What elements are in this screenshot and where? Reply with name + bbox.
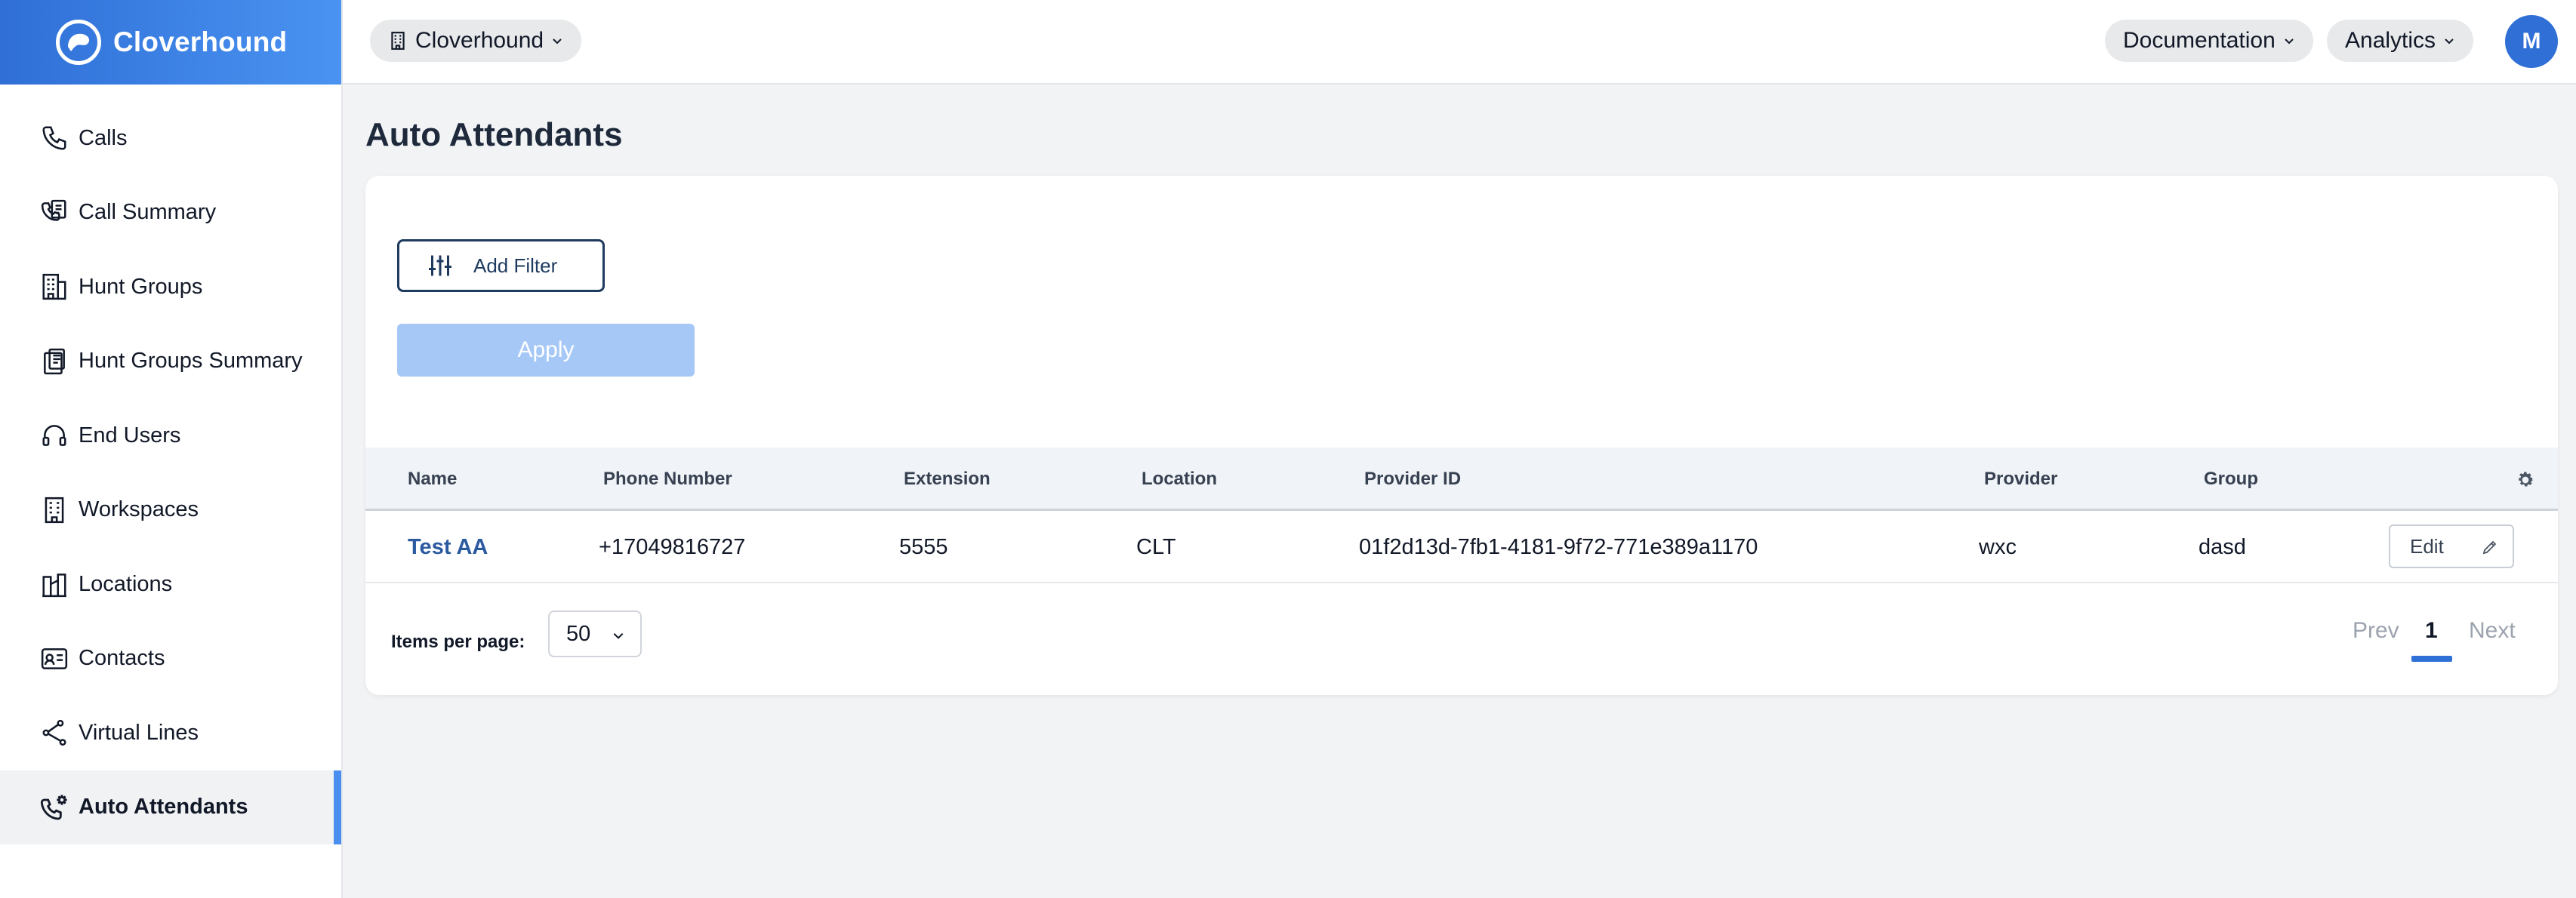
chevron-down-icon bbox=[613, 633, 624, 639]
apply-button[interactable]: Apply bbox=[397, 324, 695, 377]
avatar[interactable]: M bbox=[2505, 15, 2558, 68]
page-title: Auto Attendants bbox=[365, 116, 623, 153]
org-selector[interactable]: Cloverhound bbox=[370, 20, 582, 62]
sidebar-item-label: Auto Attendants bbox=[79, 795, 248, 820]
row-extension: 5555 bbox=[899, 535, 948, 559]
cloverhound-logo-icon bbox=[56, 20, 101, 65]
chevron-down-icon bbox=[2445, 38, 2454, 45]
column-header-location[interactable]: Location bbox=[1142, 447, 1217, 511]
column-header-name[interactable]: Name bbox=[408, 447, 457, 511]
building-icon bbox=[38, 270, 71, 303]
brand-name: Cloverhound bbox=[113, 26, 288, 57]
office-building-icon bbox=[38, 494, 71, 527]
sidebar-item-label: Contacts bbox=[79, 646, 165, 671]
current-page-indicator bbox=[2411, 656, 2452, 662]
chevron-down-icon bbox=[553, 38, 562, 45]
items-per-page-value: 50 bbox=[566, 621, 591, 646]
add-filter-label: Add Filter bbox=[473, 254, 558, 277]
org-building-icon bbox=[388, 31, 408, 51]
row-location: CLT bbox=[1136, 535, 1176, 559]
sidebar-item-call-summary[interactable]: Call Summary bbox=[0, 176, 341, 251]
phone-gear-icon bbox=[38, 791, 71, 824]
row-provider-id: 01f2d13d-7fb1-4181-9f72-771e389a1170 bbox=[1359, 535, 1758, 559]
sidebar-item-label: End Users bbox=[79, 423, 181, 447]
column-header-extension[interactable]: Extension bbox=[904, 447, 991, 511]
sidebar-item-label: Locations bbox=[79, 571, 173, 596]
analytics-label: Analytics bbox=[2345, 28, 2436, 53]
pencil-icon bbox=[2482, 540, 2497, 555]
add-filter-button[interactable]: Add Filter bbox=[397, 239, 605, 292]
documentation-menu[interactable]: Documentation bbox=[2105, 20, 2313, 62]
sidebar-item-label: Calls bbox=[79, 125, 128, 150]
next-page-button[interactable]: Next bbox=[2469, 618, 2516, 644]
org-selector-label: Cloverhound bbox=[415, 28, 544, 53]
brand-header[interactable]: Cloverhound bbox=[0, 0, 341, 85]
phone-icon bbox=[38, 121, 71, 155]
clipboard-icon bbox=[38, 345, 71, 378]
edit-button[interactable]: Edit bbox=[2389, 524, 2514, 568]
column-header-provider-id[interactable]: Provider ID bbox=[1364, 447, 1461, 511]
edit-label: Edit bbox=[2410, 534, 2444, 558]
content-card: Add Filter Apply Name Phone Number Exten… bbox=[365, 176, 2558, 695]
items-per-page-label: Items per page: bbox=[391, 632, 525, 652]
sidebar-item-label: Virtual Lines bbox=[79, 720, 199, 745]
call-summary-icon bbox=[38, 196, 71, 229]
current-page[interactable]: 1 bbox=[2425, 618, 2438, 644]
sidebar-item-contacts[interactable]: Contacts bbox=[0, 622, 341, 697]
sidebar-item-hunt-groups-summary[interactable]: Hunt Groups Summary bbox=[0, 324, 341, 399]
city-icon bbox=[38, 567, 71, 601]
sidebar-item-calls[interactable]: Calls bbox=[0, 101, 341, 176]
sidebar-item-workspaces[interactable]: Workspaces bbox=[0, 473, 341, 548]
gear-icon[interactable] bbox=[2516, 470, 2535, 490]
table-row: Test AA +17049816727 5555 CLT 01f2d13d-7… bbox=[365, 511, 2558, 583]
column-header-provider[interactable]: Provider bbox=[1984, 447, 2057, 511]
row-group: dasd bbox=[2199, 535, 2246, 559]
prev-page-button[interactable]: Prev bbox=[2353, 618, 2399, 644]
documentation-label: Documentation bbox=[2123, 28, 2276, 53]
sidebar-item-end-users[interactable]: End Users bbox=[0, 398, 341, 473]
row-name-link[interactable]: Test AA bbox=[408, 511, 488, 583]
sidebar-item-virtual-lines[interactable]: Virtual Lines bbox=[0, 696, 341, 770]
sliders-icon bbox=[429, 255, 451, 276]
sidebar-item-label: Hunt Groups Summary bbox=[79, 349, 303, 374]
sidebar: Cloverhound Calls Call Summary Hunt Grou… bbox=[0, 0, 343, 898]
top-bar: Cloverhound Documentation Analytics M bbox=[343, 0, 2576, 85]
sidebar-item-label: Hunt Groups bbox=[79, 274, 203, 299]
column-header-phone-number[interactable]: Phone Number bbox=[603, 447, 732, 511]
items-per-page-select[interactable]: 50 bbox=[548, 610, 642, 657]
row-provider: wxc bbox=[1979, 535, 2017, 559]
sidebar-item-locations[interactable]: Locations bbox=[0, 547, 341, 622]
sidebar-nav: Calls Call Summary Hunt Groups Hunt Grou… bbox=[0, 85, 341, 844]
contact-card-icon bbox=[38, 642, 71, 675]
analytics-menu[interactable]: Analytics bbox=[2327, 20, 2474, 62]
sidebar-item-label: Workspaces bbox=[79, 497, 199, 522]
table-header: Name Phone Number Extension Location Pro… bbox=[365, 447, 2558, 511]
row-phone-number: +17049816727 bbox=[599, 535, 746, 559]
column-header-group[interactable]: Group bbox=[2204, 447, 2258, 511]
headset-icon bbox=[38, 419, 71, 452]
sidebar-item-label: Call Summary bbox=[79, 200, 217, 225]
sidebar-item-auto-attendants[interactable]: Auto Attendants bbox=[0, 770, 341, 844]
chevron-down-icon bbox=[2285, 38, 2294, 45]
sidebar-item-hunt-groups[interactable]: Hunt Groups bbox=[0, 250, 341, 324]
share-nodes-icon bbox=[38, 716, 71, 749]
